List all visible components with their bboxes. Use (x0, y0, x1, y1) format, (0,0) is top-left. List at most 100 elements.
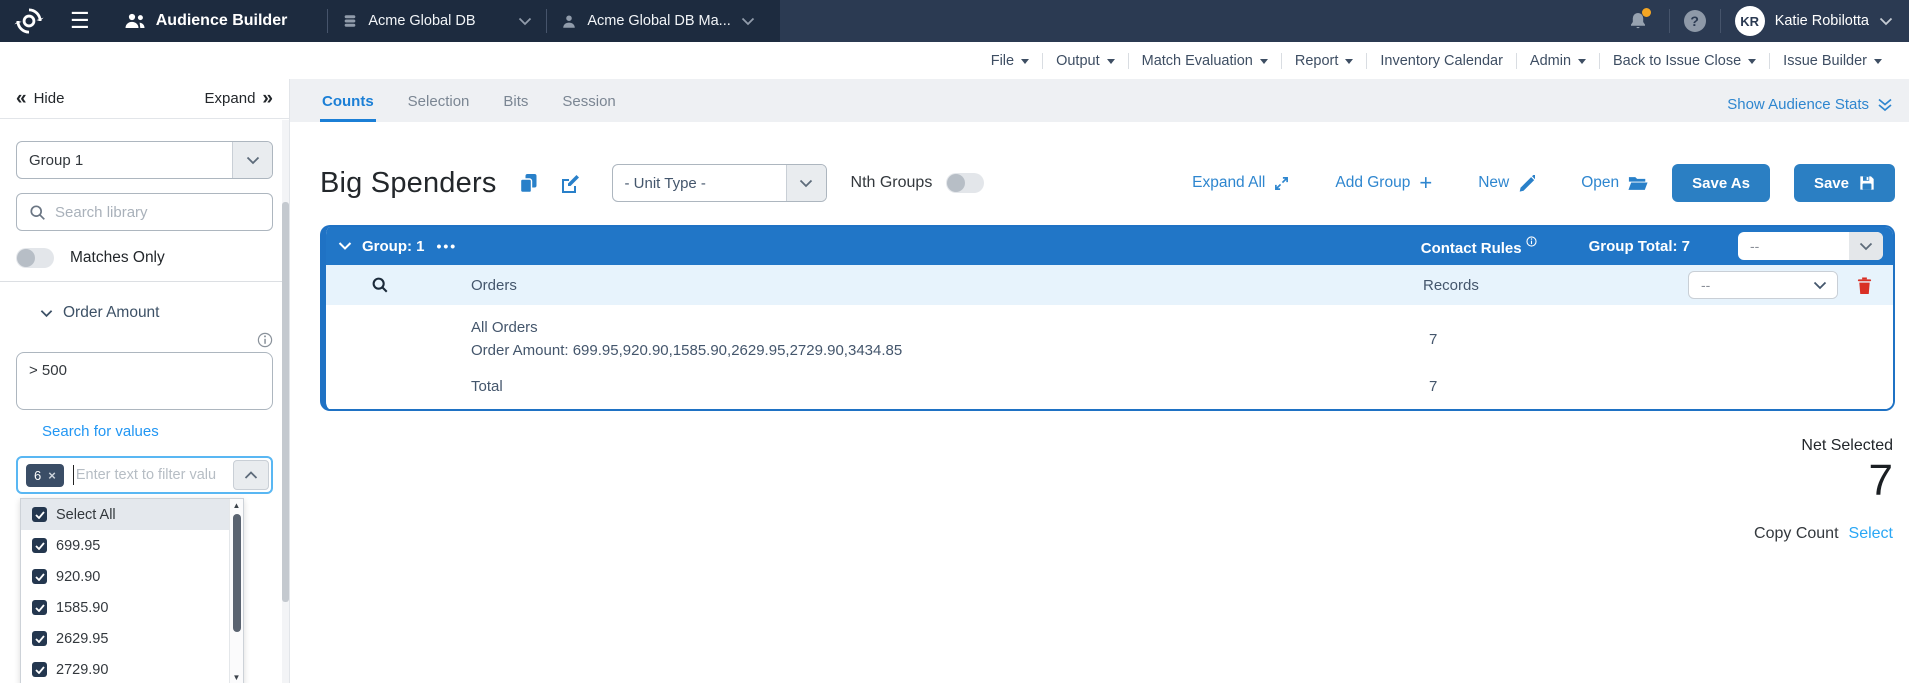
count-summary: Net Selected 7 Copy Count Select (320, 437, 1895, 543)
save-button[interactable]: Save (1794, 164, 1895, 202)
app-title-group: Audience Builder (124, 12, 288, 30)
menu-report[interactable]: Report (1282, 53, 1367, 69)
open-button[interactable]: Open (1581, 174, 1648, 192)
search-for-values-link[interactable]: Search for values (16, 423, 273, 440)
tab-counts[interactable]: Counts (320, 93, 376, 122)
chevron-down-icon (518, 17, 532, 26)
save-floppy-icon (1859, 175, 1875, 191)
menu-output[interactable]: Output (1043, 53, 1128, 69)
checkbox-checked[interactable] (32, 538, 47, 553)
list-item[interactable]: 2629.95 (21, 623, 243, 654)
show-audience-stats-link[interactable]: Show Audience Stats (1727, 96, 1893, 122)
add-group-button[interactable]: Add Group (1335, 172, 1432, 195)
menu-match-evaluation[interactable]: Match Evaluation (1129, 53, 1281, 69)
copy-title-icon[interactable] (519, 173, 538, 194)
menu-inventory-calendar[interactable]: Inventory Calendar (1367, 53, 1516, 69)
list-item[interactable]: 699.95 (21, 530, 243, 561)
matches-only-toggle[interactable] (16, 248, 54, 268)
scrollbar-thumb[interactable] (282, 202, 289, 602)
collapse-dropdown-button[interactable] (233, 460, 269, 490)
mailfile-selector[interactable]: Acme Global DB Ma... (561, 13, 754, 30)
caret-down-icon (1107, 59, 1115, 64)
tab-session[interactable]: Session (560, 93, 617, 122)
selected-count-chip: 6 (26, 464, 64, 487)
value-dropdown-list: Select All 699.95 920.90 1585.90 2629.95… (20, 498, 244, 683)
item-label: 2729.90 (56, 662, 108, 678)
info-icon[interactable] (1526, 236, 1537, 247)
checkbox-checked[interactable] (32, 631, 47, 646)
table-row[interactable]: All Orders Order Amount: 699.95,920.90,1… (326, 305, 1893, 368)
save-as-button[interactable]: Save As (1672, 164, 1770, 202)
caret-down-icon (1578, 59, 1586, 64)
database-selector-value: Acme Global DB (368, 13, 475, 29)
library-search-field[interactable] (16, 193, 273, 231)
user-avatar[interactable]: KR (1735, 6, 1765, 36)
save-as-label: Save As (1692, 175, 1750, 192)
menu-issue-builder[interactable]: Issue Builder (1770, 53, 1895, 69)
list-item-select-all[interactable]: Select All (21, 499, 243, 530)
open-label: Open (1581, 174, 1619, 192)
new-button[interactable]: New (1478, 174, 1535, 192)
menu-admin[interactable]: Admin (1517, 53, 1599, 69)
row-action-select[interactable]: -- (1688, 271, 1838, 299)
clear-chip-icon[interactable] (48, 468, 56, 483)
list-item[interactable]: 920.90 (21, 561, 243, 592)
database-selector[interactable]: Acme Global DB (342, 13, 532, 29)
delete-row-icon[interactable] (1856, 276, 1873, 295)
menu-back-to-issue-close[interactable]: Back to Issue Close (1600, 53, 1769, 69)
list-item[interactable]: 1585.90 (21, 592, 243, 623)
row-title: All Orders (471, 317, 1401, 340)
edit-title-icon[interactable] (560, 173, 580, 193)
expand-all-button[interactable]: Expand All (1192, 174, 1289, 192)
hamburger-menu-icon[interactable] (70, 10, 90, 32)
value-filter-input[interactable] (76, 467, 233, 483)
checkbox-checked[interactable] (32, 662, 47, 677)
hide-sidebar-button[interactable]: Hide (16, 89, 64, 108)
notifications-bell-icon[interactable] (1627, 10, 1649, 32)
contact-rules-link[interactable]: Contact Rules (1421, 236, 1537, 257)
toggle-knob (947, 174, 965, 192)
expand-sidebar-button[interactable]: Expand (205, 89, 273, 108)
list-item[interactable]: 2729.90 (21, 654, 243, 683)
info-icon[interactable] (257, 332, 273, 348)
scrollbar-thumb[interactable] (233, 514, 241, 632)
chevron-down-icon[interactable] (1879, 17, 1893, 26)
top-navbar: Audience Builder Acme Global DB Acme Glo… (0, 0, 1909, 42)
add-group-label: Add Group (1335, 174, 1410, 192)
table-search-icon[interactable] (326, 276, 471, 294)
app-logo-icon[interactable] (14, 6, 44, 36)
item-label: 699.95 (56, 538, 100, 554)
checkbox-checked[interactable] (32, 600, 47, 615)
checkbox-checked[interactable] (32, 507, 47, 522)
copy-count-select-link[interactable]: Select (1849, 525, 1893, 543)
mailfile-selector-value: Acme Global DB Ma... (587, 13, 730, 29)
unit-type-select[interactable]: - Unit Type - (612, 164, 827, 202)
caret-down-icon (1260, 59, 1268, 64)
order-amount-section-header[interactable]: Order Amount (16, 304, 273, 322)
nth-groups-toggle[interactable] (946, 173, 984, 193)
help-icon[interactable] (1684, 10, 1706, 32)
caret-down-icon (1748, 59, 1756, 64)
sidebar-scrollbar[interactable] (282, 120, 289, 683)
divider (0, 281, 289, 282)
group-action-select[interactable]: -- (1738, 232, 1883, 260)
tab-bits[interactable]: Bits (501, 93, 530, 122)
dropdown-scrollbar[interactable] (229, 499, 243, 683)
checkbox-checked[interactable] (32, 569, 47, 584)
column-header-orders: Orders (471, 277, 1401, 294)
value-filter-multiselect[interactable]: 6 (16, 456, 273, 494)
collapse-group-icon[interactable] (338, 241, 352, 251)
menu-bar: File Output Match Evaluation Report Inve… (0, 42, 1909, 79)
group-menu-icon[interactable] (437, 238, 458, 254)
pencil-icon (1518, 175, 1535, 192)
scroll-up-icon[interactable] (233, 502, 241, 510)
library-search-input[interactable] (55, 204, 260, 221)
criteria-textarea[interactable]: > 500 (16, 352, 273, 410)
chevron-down-icon (741, 17, 755, 26)
text-cursor (73, 465, 74, 485)
menu-file[interactable]: File (978, 53, 1042, 69)
view-tabbar: Counts Selection Bits Session Show Audie… (290, 79, 1909, 122)
scroll-down-icon[interactable] (233, 674, 241, 682)
group-select[interactable]: Group 1 (16, 141, 273, 179)
tab-selection[interactable]: Selection (406, 93, 472, 122)
